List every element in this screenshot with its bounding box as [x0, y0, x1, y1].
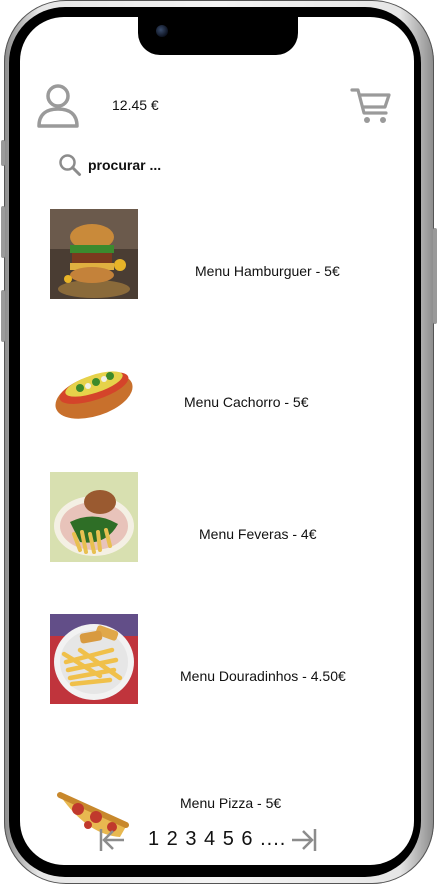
volume-down-button	[1, 290, 5, 342]
page-numbers[interactable]: 1 2 3 4 5 6 ....	[148, 828, 286, 851]
menu-item-hamburguer[interactable]: Menu Hamburguer - 5€	[20, 207, 414, 303]
volume-up-button	[1, 206, 5, 258]
cart-icon[interactable]	[350, 87, 392, 125]
menu-item-label: Menu Hamburguer - 5€	[195, 263, 340, 279]
user-icon[interactable]	[36, 83, 80, 129]
menu-item-label: Menu Pizza - 5€	[180, 795, 282, 811]
menu-item-feveras[interactable]: Menu Feveras - 4€	[20, 470, 414, 566]
menu-item-label: Menu Feveras - 4€	[199, 526, 317, 542]
pagination: 1 2 3 4 5 6 ....	[20, 822, 414, 858]
search-input[interactable]: procurar ...	[88, 157, 161, 173]
hamburger-image	[50, 209, 138, 299]
mute-switch	[1, 140, 5, 166]
search-icon	[59, 154, 81, 176]
app-screen: 12.45 € procurar ... Menu Hamburguer - 5…	[20, 17, 414, 865]
notch	[138, 17, 298, 55]
arrow-right-to-bar-icon[interactable]	[290, 826, 318, 854]
search-bar[interactable]: procurar ...	[58, 152, 161, 178]
hotdog-image	[50, 342, 138, 432]
power-button	[433, 228, 437, 324]
front-camera	[156, 25, 168, 37]
douradinhos-image	[50, 614, 138, 704]
menu-item-douradinhos[interactable]: Menu Douradinhos - 4.50€	[20, 612, 414, 708]
menu-item-label: Menu Douradinhos - 4.50€	[180, 668, 346, 684]
menu-item-cachorro[interactable]: Menu Cachorro - 5€	[20, 342, 414, 438]
menu-item-label: Menu Cachorro - 5€	[184, 394, 309, 410]
feveras-image	[50, 472, 138, 562]
arrow-left-to-bar-icon[interactable]	[98, 826, 126, 854]
balance-amount: 12.45 €	[112, 97, 159, 113]
